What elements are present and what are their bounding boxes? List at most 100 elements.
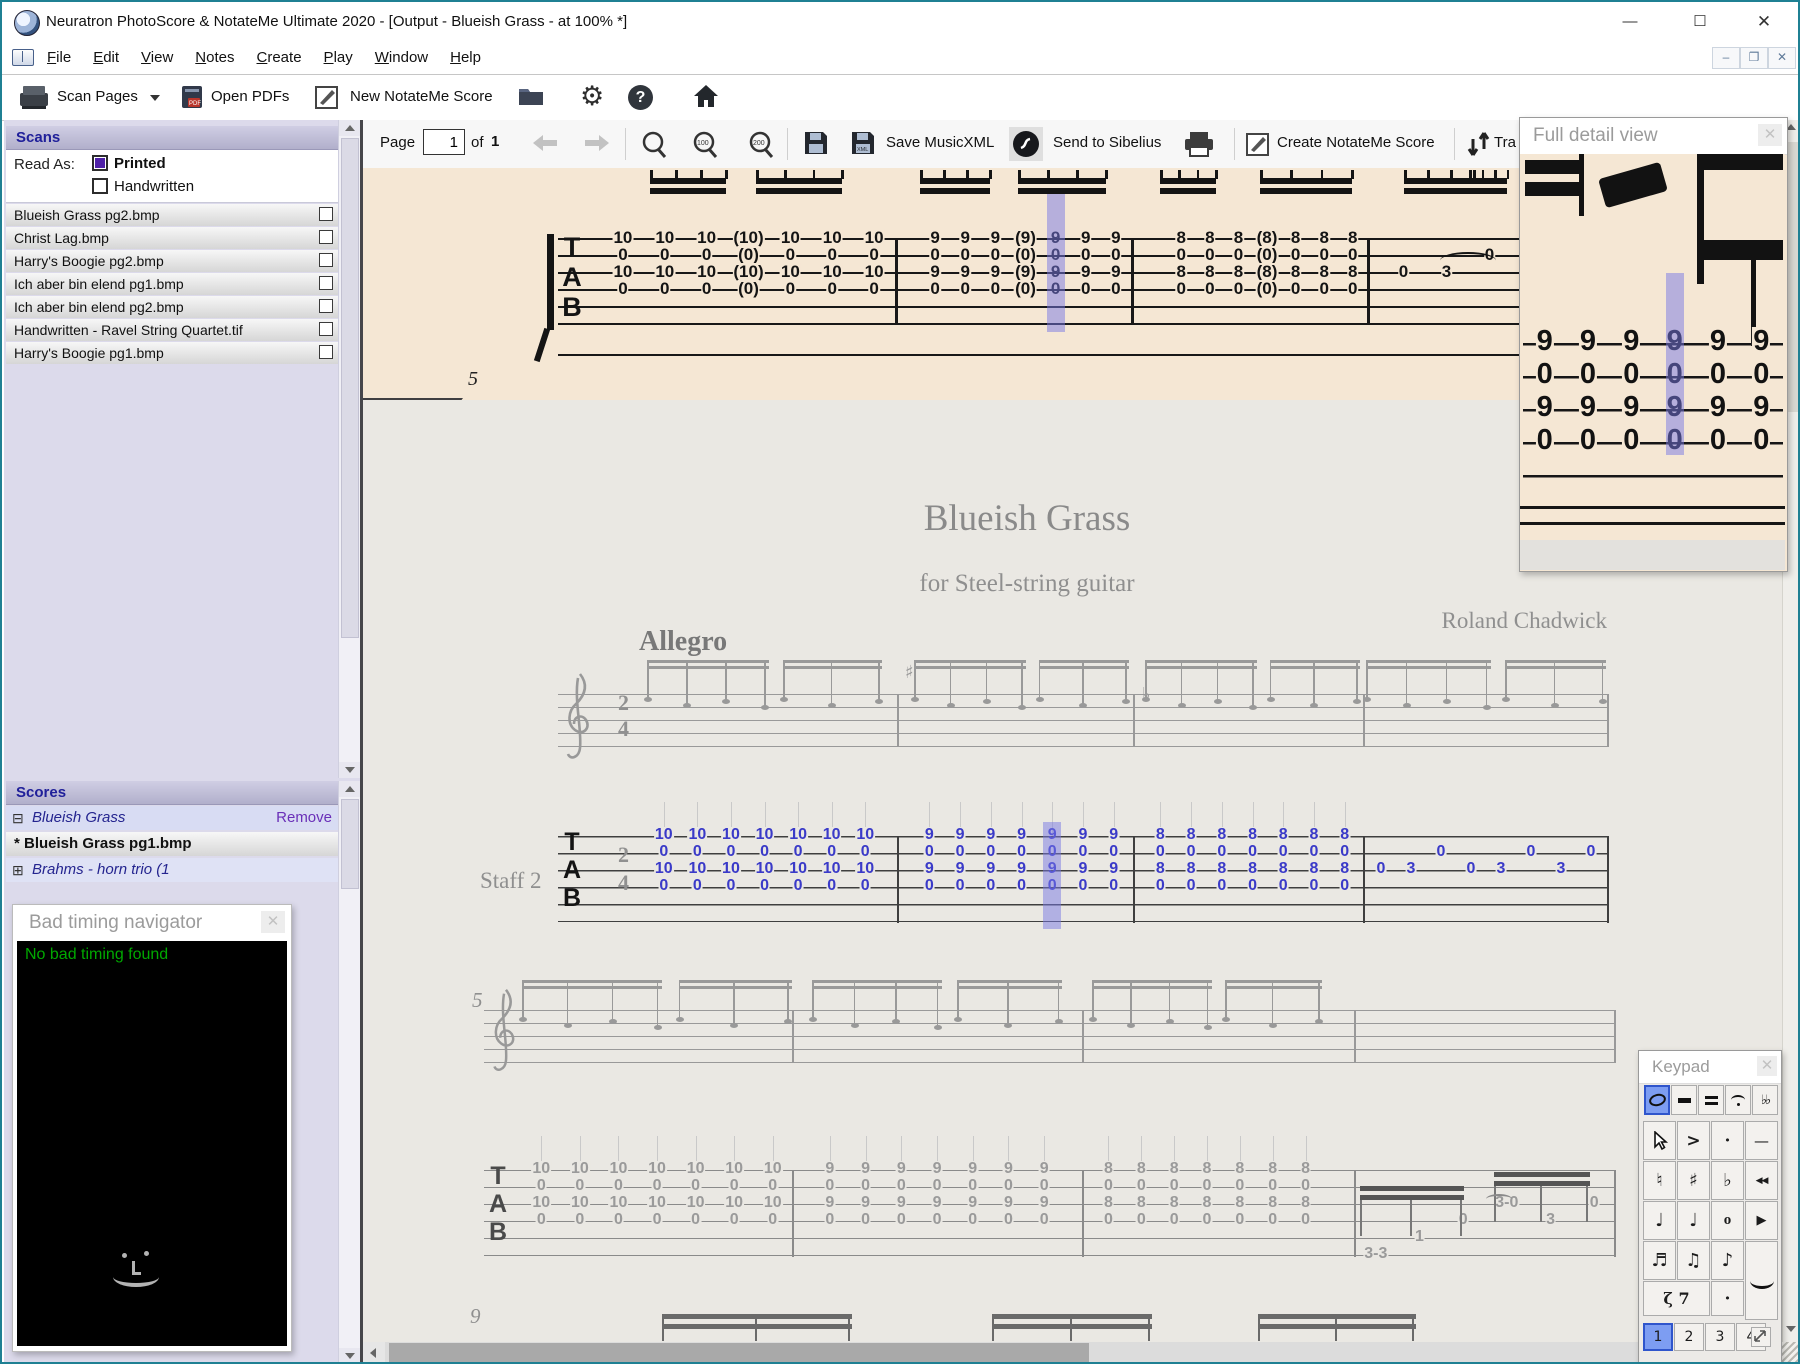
beam-tab[interactable] <box>1698 1085 1724 1115</box>
zoom-100-icon[interactable]: 100 <box>690 129 722 161</box>
score-remove-link[interactable]: Remove <box>276 806 332 830</box>
collapse-icon[interactable]: ⊟ <box>12 806 24 830</box>
mdi-minimize-button[interactable]: – <box>1712 47 1740 69</box>
scroll-down-button[interactable] <box>339 1348 361 1362</box>
transpose-button[interactable]: Tra <box>1494 134 1516 151</box>
scan-file-row[interactable]: Harry's Boogie pg1.bmp <box>6 342 338 364</box>
keypad-tab-3[interactable]: 3 <box>1705 1323 1735 1351</box>
scrollbar-thumb[interactable] <box>341 138 359 638</box>
full-detail-close-icon[interactable]: ✕ <box>1758 124 1782 146</box>
scan-pages-dropdown-icon[interactable] <box>150 95 160 101</box>
menu-file[interactable]: File <box>47 42 71 73</box>
scan-file-row[interactable]: Blueish Grass pg2.bmp <box>6 204 338 226</box>
previous-page-icon[interactable] <box>531 133 559 153</box>
handwritten-label[interactable]: Handwritten <box>114 178 194 195</box>
keypad-sharp-button[interactable]: ♯ <box>1677 1161 1710 1200</box>
keypad-dash-button[interactable]: — <box>1745 1121 1778 1160</box>
send-to-sibelius-button[interactable]: Send to Sibelius <box>1053 134 1161 151</box>
keypad-close-icon[interactable]: ✕ <box>1757 1056 1777 1076</box>
new-notateme-score-button[interactable]: New NotateMe Score <box>350 88 493 105</box>
keypad-tab-2[interactable]: 2 <box>1674 1323 1704 1351</box>
double-flat-tab[interactable]: ♭♭ <box>1752 1085 1778 1115</box>
expand-icon[interactable]: ⊞ <box>12 858 24 882</box>
scroll-up-button[interactable] <box>339 120 361 136</box>
keypad-sixteenth-note-button[interactable]: ♬ <box>1643 1241 1676 1280</box>
sibelius-icon-bg[interactable] <box>1009 127 1043 161</box>
keypad-dot-button[interactable]: • <box>1711 1121 1744 1160</box>
create-notateme-score-button[interactable]: Create NotateMe Score <box>1277 134 1435 151</box>
keypad-accent-button[interactable]: > <box>1677 1121 1710 1160</box>
scroll-left-button[interactable] <box>363 1342 385 1362</box>
keypad-quarter-note-button[interactable]: ♩ <box>1643 1201 1676 1240</box>
save-musicxml-button[interactable]: Save MusicXML <box>886 134 994 151</box>
mdi-close-button[interactable]: ✕ <box>1768 47 1796 69</box>
whole-note-tab-selected[interactable] <box>1644 1085 1670 1115</box>
scan-file-checkbox[interactable] <box>319 207 333 221</box>
scroll-up-button[interactable] <box>339 781 361 797</box>
keypad-whole-note-button[interactable]: o <box>1711 1201 1744 1240</box>
fermata-tab[interactable] <box>1725 1085 1751 1115</box>
next-page-icon[interactable] <box>583 133 611 153</box>
page-number-input[interactable] <box>423 129 465 155</box>
scan-file-row[interactable]: Ich aber bin elend pg1.bmp <box>6 273 338 295</box>
scan-file-checkbox[interactable] <box>319 253 333 267</box>
scan-file-checkbox[interactable] <box>319 322 333 336</box>
scroll-down-button[interactable] <box>339 762 361 778</box>
keypad-rests-button[interactable]: ζ 7 <box>1643 1281 1710 1316</box>
scrollbar-thumb[interactable] <box>341 799 359 889</box>
print-icon[interactable] <box>1183 130 1215 158</box>
help-icon[interactable]: ? <box>628 85 653 110</box>
keypad-quarter-note-2-button[interactable]: ♩ <box>1677 1201 1710 1240</box>
zoom-200-icon[interactable]: 200 <box>746 129 778 161</box>
scan-file-row[interactable]: Handwritten - Ravel String Quartet.tif <box>6 319 338 341</box>
folder-icon[interactable] <box>517 84 545 108</box>
transpose-icon[interactable] <box>1465 131 1493 157</box>
scan-file-checkbox[interactable] <box>319 299 333 313</box>
score-row[interactable]: * Blueish Grass pg1.bmp <box>6 832 338 856</box>
keypad-flat-button[interactable]: ♭ <box>1711 1161 1744 1200</box>
scan-file-checkbox[interactable] <box>319 276 333 290</box>
scans-scrollbar[interactable] <box>338 120 361 778</box>
keypad-natural-button[interactable]: ♮ <box>1643 1161 1676 1200</box>
keypad-tie-button[interactable] <box>1745 1241 1778 1320</box>
scan-file-row[interactable]: Ich aber bin elend pg2.bmp <box>6 296 338 318</box>
menu-play[interactable]: Play <box>324 42 353 73</box>
bad-timing-close-icon[interactable]: ✕ <box>261 911 285 933</box>
save-musicxml-icon[interactable]: XML <box>850 130 876 156</box>
scan-file-row[interactable]: Christ Lag.bmp <box>6 227 338 249</box>
menu-notes[interactable]: Notes <box>195 42 234 73</box>
close-button[interactable]: ✕ <box>1744 7 1784 37</box>
settings-gear-icon[interactable]: ⚙ <box>580 83 604 111</box>
menu-help[interactable]: Help <box>450 42 481 73</box>
printed-checkbox[interactable] <box>92 155 108 171</box>
minimize-button[interactable]: — <box>1610 7 1650 37</box>
scroll-down-button[interactable] <box>1786 1326 1796 1332</box>
scan-pages-button[interactable]: Scan Pages <box>57 88 138 105</box>
scrollbar-thumb[interactable] <box>389 1343 1089 1362</box>
printed-label[interactable]: Printed <box>114 155 166 172</box>
mdi-restore-button[interactable]: ❐ <box>1740 47 1768 69</box>
home-icon[interactable] <box>692 83 720 110</box>
horizontal-scrollbar[interactable] <box>363 1342 1782 1362</box>
keypad-tab-1[interactable]: 1 <box>1643 1323 1673 1351</box>
scan-file-checkbox[interactable] <box>319 345 333 359</box>
scan-file-checkbox[interactable] <box>319 230 333 244</box>
window-resize-grip[interactable] <box>1782 1342 1798 1362</box>
zoom-icon[interactable] <box>639 129 671 161</box>
open-pdfs-button[interactable]: Open PDFs <box>211 88 289 105</box>
save-icon[interactable] <box>803 130 829 156</box>
menu-create[interactable]: Create <box>257 42 302 73</box>
menu-view[interactable]: View <box>141 42 173 73</box>
scores-scrollbar[interactable] <box>338 781 361 1362</box>
keypad-resize-grip[interactable] <box>1751 1327 1771 1347</box>
maximize-button[interactable]: ☐ <box>1680 7 1720 37</box>
score-row[interactable]: ⊞ Brahms - horn trio (1 <box>6 858 338 882</box>
keypad-rewind-button[interactable]: ◀◀ <box>1745 1161 1778 1200</box>
keypad-cursor-button[interactable] <box>1643 1121 1676 1160</box>
keypad-eighth-note-button[interactable]: ♪ <box>1711 1241 1744 1280</box>
notehead-tab[interactable] <box>1671 1085 1697 1115</box>
keypad-eighth-note-pair-button[interactable]: ♫ <box>1677 1241 1710 1280</box>
keypad-dot-button[interactable]: • <box>1711 1281 1744 1316</box>
menu-window[interactable]: Window <box>375 42 428 73</box>
keypad-play-button[interactable]: ▶ <box>1745 1201 1778 1240</box>
